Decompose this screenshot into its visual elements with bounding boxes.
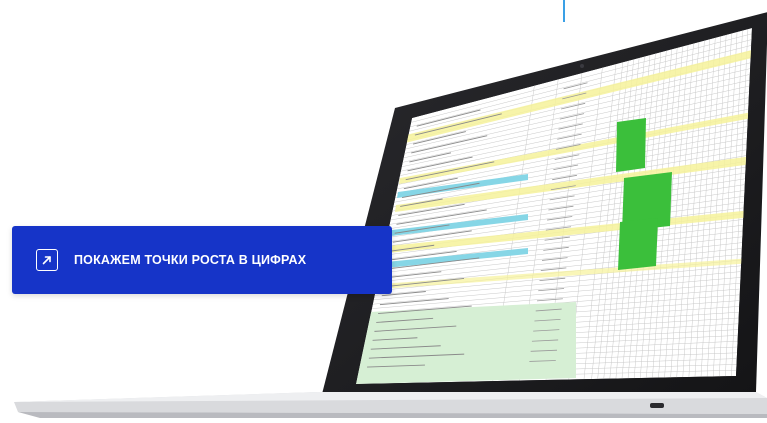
bottom-table-area [356, 302, 576, 384]
arrow-up-right-icon [36, 249, 58, 271]
laptop-port [650, 403, 664, 408]
green-cells-block [616, 118, 646, 172]
cta-label: ПОКАЖЕМ ТОЧКИ РОСТА В ЦИФРАХ [74, 253, 307, 267]
spreadsheet-screen [356, 28, 752, 384]
green-cells-block [618, 218, 658, 270]
cta-button[interactable]: ПОКАЖЕМ ТОЧКИ РОСТА В ЦИФРАХ [12, 226, 392, 294]
laptop-illustration [14, 12, 767, 418]
camera-dot [580, 64, 584, 68]
